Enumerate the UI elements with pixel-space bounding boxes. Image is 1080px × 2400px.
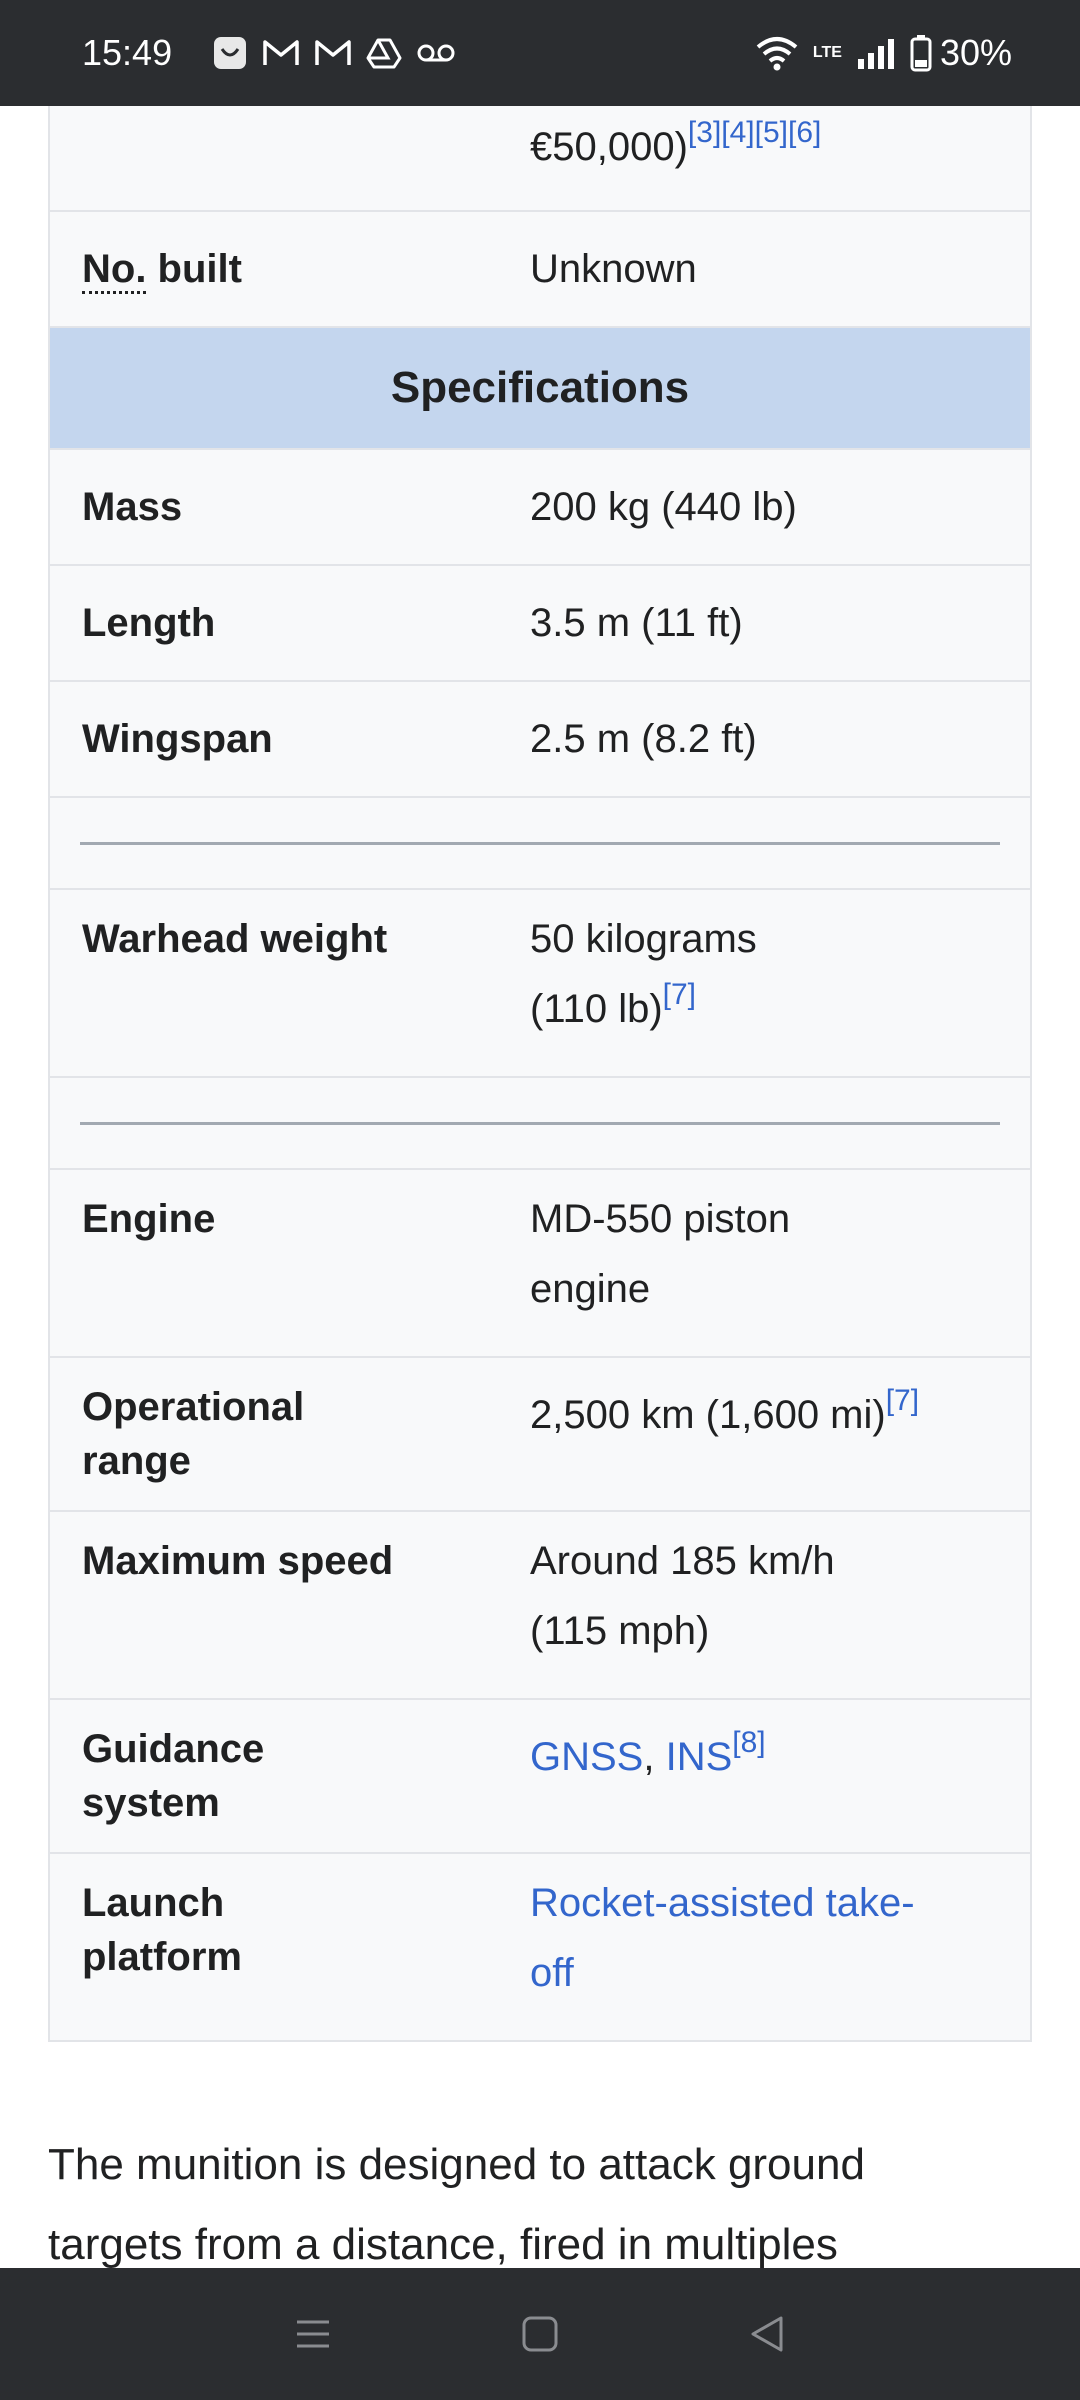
app-notification-icon [212, 35, 248, 71]
gnss-link[interactable]: GNSS [530, 1735, 643, 1779]
rato-link[interactable]: Rocket-assisted take- off [530, 1868, 1010, 2008]
recents-menu-icon[interactable] [293, 2314, 333, 2354]
signal-icon [856, 37, 896, 69]
section-header-specifications: Specifications [50, 326, 1030, 448]
abbreviation[interactable]: No. [82, 247, 147, 294]
back-icon[interactable] [747, 2314, 787, 2354]
infobox-row-no-built: No. built Unknown [50, 210, 1030, 326]
infobox-row-warhead: Warhead weight 50 kilograms (110 lb)[7] [50, 888, 1030, 1076]
status-time: 15:49 [82, 32, 173, 73]
system-status-icons: LTE 30% [755, 32, 1012, 74]
citation-link[interactable]: [7] [663, 978, 696, 1011]
infobox-value: MD-550 piston engine [530, 1197, 791, 1311]
home-icon[interactable] [520, 2314, 560, 2354]
gmail-icon [314, 38, 352, 68]
battery-icon [910, 34, 932, 72]
infobox-value: GNSS, INS[8] [530, 1726, 766, 1780]
gmail-icon [262, 38, 300, 68]
infobox-row-cost: €50,000)[3][4][5][6] [50, 106, 1030, 210]
infobox-value: €50,000)[3][4][5][6] [530, 106, 1030, 210]
status-bar: 15:49 LTE 30% [0, 0, 1080, 106]
cost-value: €50,000) [530, 125, 688, 169]
infobox-divider [50, 796, 1030, 888]
infobox-row-speed: Maximum speed Around 185 km/h (115 mph) [50, 1510, 1030, 1698]
divider-line [80, 1121, 1000, 1125]
infobox-value: Rocket-assisted take- off [530, 1868, 1030, 2040]
infobox-label: Mass [82, 485, 183, 529]
navigation-bar [0, 2268, 1080, 2400]
infobox-label: Engine [82, 1197, 216, 1241]
divider-line [80, 841, 1000, 845]
infobox-row-mass: Mass 200 kg (440 lb) [50, 448, 1030, 564]
voicemail-icon [416, 41, 456, 65]
infobox-value: 50 kilograms (110 lb)[7] [530, 917, 757, 1031]
drive-icon [366, 37, 402, 69]
infobox-row-wingspan: Wingspan 2.5 m (8.2 ft) [50, 680, 1030, 796]
infobox-row-length: Length 3.5 m (11 ft) [50, 564, 1030, 680]
citation-link[interactable]: [7] [886, 1384, 919, 1417]
infobox-label: No. built [50, 242, 530, 296]
infobox-value: Around 185 km/h (115 mph) [530, 1539, 835, 1653]
infobox-value: Unknown [530, 247, 697, 291]
infobox-row-engine: Engine MD-550 piston engine [50, 1168, 1030, 1356]
ins-link[interactable]: INS [666, 1735, 733, 1779]
infobox-label: Operational range [82, 1385, 305, 1483]
infobox-label: Length [82, 601, 216, 645]
infobox-value: 2,500 km (1,600 mi)[7] [530, 1384, 920, 1438]
infobox-value: 2.5 m (8.2 ft) [530, 717, 757, 761]
infobox-row-guidance: Guidance system GNSS, INS[8] [50, 1698, 1030, 1852]
citation-link[interactable]: [8] [732, 1726, 765, 1759]
infobox-label: Maximum speed [82, 1539, 394, 1583]
infobox-row-launch: Launch platform Rocket-assisted take- of… [50, 1852, 1030, 2040]
infobox-value: 200 kg (440 lb) [530, 485, 797, 529]
infobox-label: Guidance system [82, 1727, 265, 1825]
infobox: €50,000)[3][4][5][6] No. built Unknown S… [48, 106, 1032, 2042]
infobox-value: 3.5 m (11 ft) [530, 601, 743, 645]
volte-icon: LTE [812, 44, 842, 61]
citation-link[interactable]: [3][4][5][6] [688, 116, 821, 149]
article-paragraph: The munition is designed to attack groun… [48, 2140, 865, 2269]
infobox-row-range: Operational range 2,500 km (1,600 mi)[7] [50, 1356, 1030, 1510]
infobox-label: Warhead weight [82, 917, 388, 961]
infobox-label: Launch platform [82, 1881, 242, 1979]
infobox-label [50, 106, 530, 210]
infobox-divider [50, 1076, 1030, 1168]
wifi-icon [755, 35, 799, 71]
battery-percent: 30% [939, 32, 1012, 73]
infobox-label: Wingspan [82, 717, 273, 761]
notification-icons [212, 35, 456, 71]
